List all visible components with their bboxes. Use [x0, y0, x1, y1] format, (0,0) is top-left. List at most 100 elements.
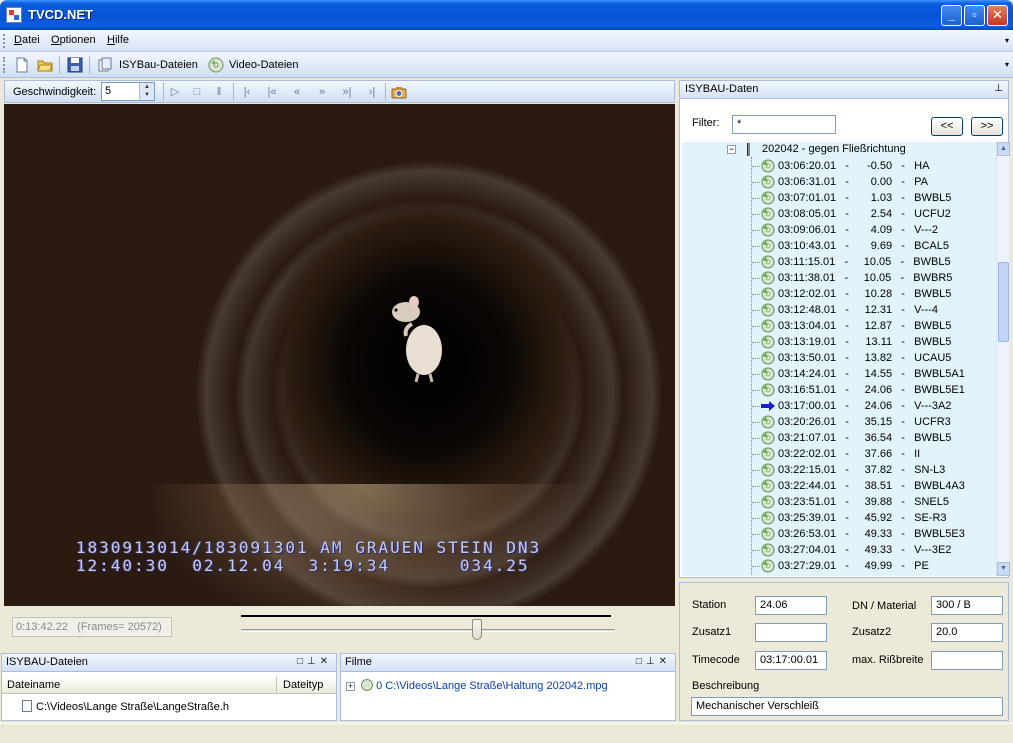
- save-icon[interactable]: [67, 57, 83, 73]
- next-entry-icon[interactable]: »|: [339, 84, 355, 100]
- isybau-files-button[interactable]: ISYBau-Dateien: [119, 59, 198, 71]
- tree-row[interactable]: 03:17:00.01 - 24.06 - V---3A2: [752, 398, 996, 414]
- open-folder-icon[interactable]: [37, 57, 53, 73]
- isybau-files-icon[interactable]: [97, 57, 113, 73]
- video-slider-track[interactable]: [241, 629, 615, 632]
- tree-row[interactable]: 03:12:48.01 - 12.31 - V---4: [752, 302, 996, 318]
- fast-forward-icon[interactable]: »: [314, 84, 330, 100]
- row-meter: 38.51: [864, 480, 893, 492]
- tree-row[interactable]: 03:07:01.01 - 1.03 - BWBL5: [752, 190, 996, 206]
- menu-grip[interactable]: [3, 34, 6, 48]
- filme-title-bar[interactable]: Filme □⊥✕: [341, 654, 675, 672]
- tree-root-node[interactable]: − 202042 - gegen Fließrichtung: [682, 142, 996, 157]
- tree-row[interactable]: 03:22:02.01 - 37.66 - II: [752, 446, 996, 462]
- tree-row[interactable]: 03:10:43.01 - 9.69 - BCAL5: [752, 238, 996, 254]
- tree-row[interactable]: 03:27:04.01 - 49.33 - V---3E2: [752, 542, 996, 558]
- tree-row[interactable]: 03:23:51.01 - 39.88 - SNEL5: [752, 494, 996, 510]
- row-time: 03:26:53.01: [778, 528, 837, 540]
- file-row[interactable]: C:\Videos\Lange Straße\LangeStraße.h: [22, 700, 229, 713]
- video-frame[interactable]: 1830913014/183091301 AM GRAUEN STEIN DN3…: [4, 104, 675, 606]
- tree-row[interactable]: 03:16:51.01 - 24.06 - BWBL5E1: [752, 382, 996, 398]
- tree-row[interactable]: 03:06:31.01 - 0.00 - PA: [752, 174, 996, 190]
- pause-icon[interactable]: ‖: [211, 84, 227, 100]
- expand-icon[interactable]: +: [346, 682, 355, 691]
- toolbar-overflow-icon[interactable]: ▾: [1005, 60, 1009, 69]
- rewind-icon[interactable]: «: [289, 84, 305, 100]
- osd-header-text: 1830913014/183091301 AM GRAUEN STEIN DN3: [76, 538, 542, 557]
- filme-panel: Filme □⊥✕ + 0 C:\Videos\Lange Straße\Hal…: [340, 653, 676, 721]
- go-end-icon[interactable]: ›|: [364, 84, 380, 100]
- tree-row[interactable]: 03:21:07.01 - 36.54 - BWBL5: [752, 430, 996, 446]
- tree-row[interactable]: 03:13:04.01 - 12.87 - BWBL5: [752, 318, 996, 334]
- col-header-filename[interactable]: Dateiname: [7, 679, 60, 691]
- tree-row[interactable]: 03:06:20.01 - -0.50 - HA: [752, 158, 996, 174]
- video-slider-thumb[interactable]: [471, 619, 482, 640]
- tree-row[interactable]: 03:13:50.01 - 13.82 - UCAU5: [752, 350, 996, 366]
- play-icon[interactable]: ▷: [167, 84, 183, 100]
- isybau-files-title-bar[interactable]: ISYBAU-Dateien □⊥✕: [2, 654, 336, 672]
- zusatz2-field[interactable]: 20.0: [931, 623, 1003, 642]
- menu-optionen[interactable]: Optionen: [51, 34, 96, 46]
- stop-icon[interactable]: □: [189, 84, 205, 100]
- maximize-button[interactable]: ▫: [964, 5, 985, 26]
- go-start-icon[interactable]: |‹: [239, 84, 255, 100]
- minimize-button[interactable]: _: [941, 5, 962, 26]
- close-icon[interactable]: ✕: [320, 656, 332, 667]
- pin-icon[interactable]: ⊥: [994, 83, 1003, 94]
- dn-material-field[interactable]: 300 / B: [931, 596, 1003, 615]
- close-icon[interactable]: ✕: [659, 656, 671, 667]
- prev-button[interactable]: <<: [931, 117, 963, 136]
- zusatz1-field[interactable]: [755, 623, 827, 642]
- camera-icon[interactable]: [391, 84, 407, 100]
- menu-datei[interactable]: Datei: [14, 34, 40, 46]
- speed-spinner[interactable]: ▲ ▼: [139, 83, 154, 100]
- tree-row[interactable]: 03:20:26.01 - 35.15 - UCFR3: [752, 414, 996, 430]
- tree-row[interactable]: 03:26:53.01 - 49.33 - BWBL5E3: [752, 526, 996, 542]
- position-frames: (Frames= 20572): [77, 621, 162, 633]
- tree-row[interactable]: 03:22:44.01 - 38.51 - BWBL4A3: [752, 478, 996, 494]
- row-meter: 13.11: [865, 336, 893, 348]
- scroll-down-icon[interactable]: ▼: [997, 562, 1010, 576]
- toolbar-grip[interactable]: [3, 57, 6, 73]
- row-time: 03:06:20.01: [778, 160, 837, 172]
- tree-row[interactable]: 03:11:38.01 - 10.05 - BWBR5: [752, 270, 996, 286]
- spin-up-icon[interactable]: ▲: [140, 83, 154, 91]
- tree-row[interactable]: 03:12:02.01 - 10.28 - BWBL5: [752, 286, 996, 302]
- title-bar[interactable]: TVCD.NET _ ▫ ✕: [0, 0, 1013, 30]
- tree-row[interactable]: 03:13:19.01 - 13.11 - BWBL5: [752, 334, 996, 350]
- float-icon[interactable]: □: [636, 656, 646, 667]
- riss-field[interactable]: [931, 651, 1003, 670]
- tree-row[interactable]: 03:22:15.01 - 37.82 - SN-L3: [752, 462, 996, 478]
- row-meter: 37.66: [864, 448, 893, 460]
- isybau-tree[interactable]: − 202042 - gegen Fließrichtung 03:06:20.…: [682, 142, 996, 576]
- tree-row[interactable]: 03:08:05.01 - 2.54 - UCFU2: [752, 206, 996, 222]
- menu-hilfe[interactable]: Hilfe: [107, 34, 129, 46]
- menu-overflow-icon[interactable]: ▾: [1005, 36, 1009, 45]
- tree-scrollbar[interactable]: ▲ ▼: [996, 142, 1010, 576]
- video-files-button[interactable]: Video-Dateien: [229, 59, 299, 71]
- tree-row[interactable]: 03:27:29.01 - 49.99 - PE: [752, 558, 996, 574]
- new-file-icon[interactable]: [14, 57, 30, 73]
- tree-row[interactable]: 03:09:06.01 - 4.09 - V---2: [752, 222, 996, 238]
- isybau-data-title-bar[interactable]: ISYBAU-Daten ⊥: [680, 81, 1008, 99]
- scroll-up-icon[interactable]: ▲: [997, 142, 1010, 156]
- filter-input[interactable]: *: [732, 115, 836, 134]
- tree-row[interactable]: 03:11:15.01 - 10.05 - BWBL5: [752, 254, 996, 270]
- close-button[interactable]: ✕: [987, 5, 1008, 26]
- film-row[interactable]: + 0 C:\Videos\Lange Straße\Haltung 20204…: [346, 679, 608, 692]
- tree-row[interactable]: 03:25:39.01 - 45.92 - SE-R3: [752, 510, 996, 526]
- tree-row[interactable]: 03:14:24.01 - 14.55 - BWBL5A1: [752, 366, 996, 382]
- previous-entry-icon[interactable]: |«: [264, 84, 280, 100]
- collapse-icon[interactable]: −: [727, 145, 736, 154]
- beschreibung-field[interactable]: Mechanischer Verschleiß: [691, 697, 1003, 716]
- spin-down-icon[interactable]: ▼: [140, 91, 154, 99]
- pin-icon[interactable]: ⊥: [646, 656, 659, 667]
- next-button[interactable]: >>: [971, 117, 1003, 136]
- pin-icon[interactable]: ⊥: [307, 656, 320, 667]
- video-files-icon[interactable]: [208, 57, 224, 73]
- col-header-filetype[interactable]: Dateityp: [283, 679, 323, 691]
- float-icon[interactable]: □: [297, 656, 307, 667]
- timecode-field[interactable]: 03:17:00.01: [755, 651, 827, 670]
- station-field[interactable]: 24.06: [755, 596, 827, 615]
- scroll-thumb[interactable]: [998, 262, 1009, 342]
